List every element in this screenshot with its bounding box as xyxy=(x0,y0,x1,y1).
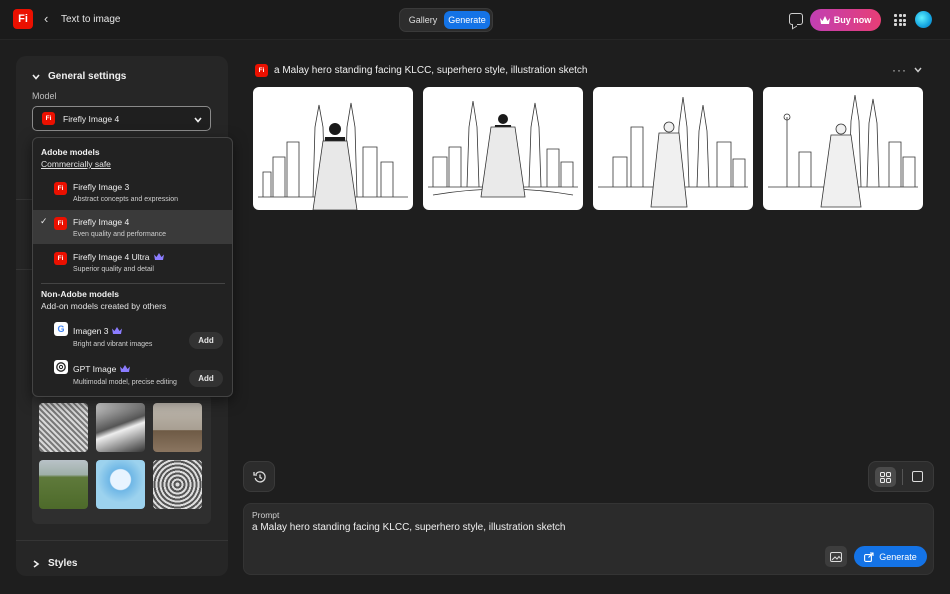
model-name: Firefly Image 3 xyxy=(73,182,130,192)
chevron-right-icon xyxy=(33,560,40,568)
menu-item-firefly-image-3[interactable]: Fi Firefly Image 3 Abstract concepts and… xyxy=(33,175,232,209)
model-desc: Bright and vibrant images xyxy=(73,341,153,348)
model-name: Firefly Image 4 Ultra xyxy=(73,252,150,262)
style-thumbnail[interactable] xyxy=(96,403,145,452)
model-desc: Abstract concepts and expression xyxy=(73,196,179,203)
menu-item-firefly-image-4[interactable]: ✓ Fi Firefly Image 4 Even quality and pe… xyxy=(33,210,232,244)
premium-crown-icon xyxy=(112,327,123,334)
adobe-models-heading: Adobe models xyxy=(41,147,100,157)
model-desc: Even quality and performance xyxy=(73,231,166,238)
checkmark-icon: ✓ xyxy=(40,216,48,226)
add-gpt-image-button[interactable]: Add xyxy=(189,370,223,387)
generated-image[interactable] xyxy=(423,87,583,210)
generate-label: Generate xyxy=(879,551,917,562)
buy-now-button[interactable]: Buy now xyxy=(810,9,881,31)
model-desc: Superior quality and detail xyxy=(73,266,154,273)
page-title: Text to image xyxy=(61,14,121,25)
google-icon: G xyxy=(54,322,68,336)
model-name-row: Imagen 3 xyxy=(73,326,123,336)
prompt-input[interactable]: a Malay hero standing facing KLCC, super… xyxy=(252,522,566,533)
generate-icon xyxy=(864,551,874,562)
chat-icon[interactable] xyxy=(789,13,803,25)
grid-icon xyxy=(880,471,891,483)
firefly-logo[interactable]: Fi xyxy=(13,9,33,29)
model-name: Imagen 3 xyxy=(73,326,109,336)
chevron-down-icon[interactable] xyxy=(913,65,923,75)
styles-header[interactable]: Styles xyxy=(32,558,77,569)
divider xyxy=(16,540,228,541)
model-name: Firefly Image 4 xyxy=(73,217,130,227)
menu-item-gpt-image[interactable]: GPT Image Multimodal model, precise edit… xyxy=(33,356,232,394)
top-bar: Fi ‹ Text to image Gallery Generate Buy … xyxy=(0,0,950,40)
non-adobe-models-sub: Add-on models created by others xyxy=(41,301,167,311)
prompt-label: Prompt xyxy=(252,510,280,520)
style-thumbnail[interactable] xyxy=(153,460,202,509)
generated-image[interactable] xyxy=(593,87,753,210)
history-button[interactable] xyxy=(243,461,275,492)
firefly-badge-icon: Fi xyxy=(54,217,67,230)
model-name-row: GPT Image xyxy=(73,364,131,374)
general-settings-header[interactable]: General settings xyxy=(32,71,126,82)
model-dropdown-menu: Adobe models Commercially safe Fi Firefl… xyxy=(32,137,233,397)
tab-generate[interactable]: Generate xyxy=(444,11,490,29)
generate-button[interactable]: Generate xyxy=(854,546,927,567)
style-thumbnail[interactable] xyxy=(96,460,145,509)
firefly-badge-icon: Fi xyxy=(42,112,55,125)
grid-view-button[interactable] xyxy=(875,467,896,487)
history-icon xyxy=(253,471,266,483)
tab-gallery[interactable]: Gallery xyxy=(403,11,443,29)
menu-item-imagen-3[interactable]: G Imagen 3 Bright and vibrant images Add xyxy=(33,317,232,355)
avatar[interactable] xyxy=(915,11,932,28)
firefly-badge-icon: Fi xyxy=(255,64,268,77)
premium-crown-icon xyxy=(153,253,164,260)
image-reference-button[interactable] xyxy=(825,546,847,567)
divider xyxy=(41,283,225,284)
model-desc: Multimodal model, precise editing xyxy=(73,379,177,386)
chevron-left-icon[interactable]: ‹ xyxy=(44,12,54,26)
model-value: Firefly Image 4 xyxy=(63,114,120,124)
commercially-safe-link[interactable]: Commercially safe xyxy=(41,159,111,169)
style-thumbnail[interactable] xyxy=(153,403,202,452)
single-view-icon[interactable] xyxy=(912,471,923,482)
buy-now-label: Buy now xyxy=(833,15,872,25)
mode-switcher: Gallery Generate xyxy=(399,8,493,32)
firefly-badge-icon: Fi xyxy=(54,182,67,195)
crown-icon xyxy=(819,16,830,24)
apps-grid-icon[interactable] xyxy=(894,14,906,26)
section-title: General settings xyxy=(48,71,127,82)
premium-crown-icon xyxy=(120,365,131,372)
style-thumbnails xyxy=(32,394,211,524)
styles-title: Styles xyxy=(48,558,78,569)
chevron-down-icon xyxy=(32,74,40,80)
style-thumbnail[interactable] xyxy=(39,403,88,452)
model-label: Model xyxy=(32,91,57,101)
add-imagen-button[interactable]: Add xyxy=(189,332,223,349)
style-thumbnail[interactable] xyxy=(39,460,88,509)
chevron-down-icon xyxy=(194,117,202,123)
image-icon xyxy=(830,551,842,562)
prompt-box: Prompt a Malay hero standing facing KLCC… xyxy=(243,503,934,575)
more-horizontal-icon[interactable]: ··· xyxy=(892,63,907,77)
non-adobe-models-heading: Non-Adobe models xyxy=(41,289,119,299)
model-picker[interactable]: Fi Firefly Image 4 xyxy=(32,106,211,131)
generated-image[interactable] xyxy=(253,87,413,210)
menu-item-firefly-image-4-ultra[interactable]: Fi Firefly Image 4 Ultra Superior qualit… xyxy=(33,245,232,279)
view-toggle xyxy=(868,461,934,492)
result-prompt-text: a Malay hero standing facing KLCC, super… xyxy=(274,65,588,76)
firefly-badge-icon: Fi xyxy=(54,252,67,265)
model-name: GPT Image xyxy=(73,364,117,374)
model-name-row: Firefly Image 4 Ultra xyxy=(73,252,164,262)
openai-icon xyxy=(54,360,68,374)
generated-image[interactable] xyxy=(763,87,923,210)
divider xyxy=(902,469,903,485)
